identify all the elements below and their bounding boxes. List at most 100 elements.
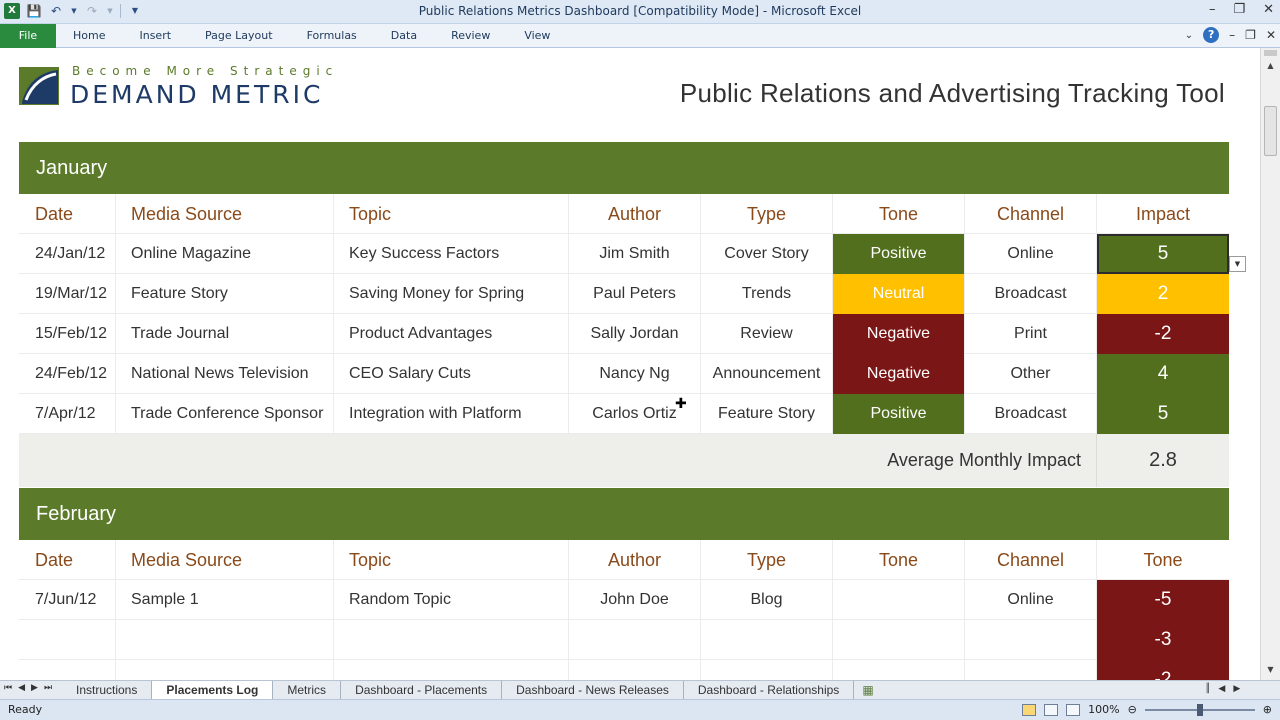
cell-media-source[interactable]: Sample 1 xyxy=(116,580,334,620)
cell-author[interactable]: John Doe xyxy=(569,580,701,620)
column-header-media-source[interactable]: Media Source xyxy=(116,540,334,580)
cell-tone[interactable]: Positive xyxy=(833,394,965,434)
cell-media-source[interactable]: National News Television xyxy=(116,354,334,394)
workbook-restore-icon[interactable]: ❐ xyxy=(1245,28,1256,42)
zoom-slider-knob[interactable] xyxy=(1196,703,1203,716)
cell-type[interactable]: Blog xyxy=(701,580,833,620)
column-header-channel[interactable]: Channel xyxy=(965,194,1097,234)
tab-split-handle[interactable]: ║ xyxy=(1205,684,1210,694)
column-header-channel[interactable]: Channel xyxy=(965,540,1097,580)
cell-impact[interactable]: -2 xyxy=(1097,660,1229,680)
cell-tone[interactable]: Neutral xyxy=(833,274,965,314)
cell-tone[interactable]: Negative xyxy=(833,314,965,354)
cell-media-source[interactable] xyxy=(116,660,334,680)
minimize-ribbon-icon[interactable]: ⌄ xyxy=(1185,30,1193,41)
cell-date[interactable] xyxy=(19,620,116,660)
column-header-date[interactable]: Date xyxy=(19,194,116,234)
zoom-out-icon[interactable]: ⊖ xyxy=(1128,703,1137,716)
page-layout-view-icon[interactable] xyxy=(1044,703,1059,716)
cell-author[interactable]: Jim Smith xyxy=(569,234,701,274)
cell-tone[interactable]: Negative xyxy=(833,354,965,394)
cell-tone[interactable]: Positive xyxy=(833,234,965,274)
cell-type[interactable]: Announcement xyxy=(701,354,833,394)
cell-date[interactable]: 24/Feb/12 xyxy=(19,354,116,394)
cell-type[interactable] xyxy=(701,660,833,680)
cell-topic[interactable]: Saving Money for Spring xyxy=(334,274,569,314)
cell-media-source[interactable]: Feature Story xyxy=(116,274,334,314)
scroll-up-icon[interactable]: ▲ xyxy=(1261,58,1280,74)
sheet-tab-dashboard-news-releases[interactable]: Dashboard - News Releases xyxy=(502,681,684,699)
cell-topic[interactable]: Product Advantages xyxy=(334,314,569,354)
cell-date[interactable]: 15/Feb/12 xyxy=(19,314,116,354)
cell-media-source[interactable]: Trade Conference Sponsor xyxy=(116,394,334,434)
cell-topic[interactable] xyxy=(334,660,569,680)
cell-channel[interactable]: Print xyxy=(965,314,1097,354)
worksheet-grid[interactable]: Become More Strategic DEMAND METRIC Publ… xyxy=(0,48,1260,680)
file-tab[interactable]: File xyxy=(0,24,56,48)
cell-date[interactable] xyxy=(19,660,116,680)
column-header-date[interactable]: Date xyxy=(19,540,116,580)
cell-impact[interactable]: -3 xyxy=(1097,620,1229,660)
cell-author[interactable] xyxy=(569,620,701,660)
first-sheet-icon[interactable]: ⏮ xyxy=(4,683,12,693)
cell-impact[interactable]: 4 xyxy=(1097,354,1229,394)
cell-author[interactable]: Nancy Ng xyxy=(569,354,701,394)
cell-type[interactable]: Review xyxy=(701,314,833,354)
cell-channel[interactable] xyxy=(965,620,1097,660)
split-handle[interactable] xyxy=(1264,50,1277,56)
tab-review[interactable]: Review xyxy=(434,24,507,48)
cell-tone[interactable] xyxy=(833,660,965,680)
column-header-author[interactable]: Author xyxy=(569,194,701,234)
tab-home[interactable]: Home xyxy=(56,24,122,48)
cell-channel[interactable]: Online xyxy=(965,234,1097,274)
column-header-type[interactable]: Type xyxy=(701,540,833,580)
sheet-tab-instructions[interactable]: Instructions xyxy=(62,681,153,699)
cell-date[interactable]: 24/Jan/12 xyxy=(19,234,116,274)
cell-type[interactable] xyxy=(701,620,833,660)
cell-media-source[interactable]: Trade Journal xyxy=(116,314,334,354)
sheet-tab-dashboard-relationships[interactable]: Dashboard - Relationships xyxy=(684,681,855,699)
average-label[interactable]: Average Monthly Impact xyxy=(19,434,1097,487)
zoom-slider[interactable] xyxy=(1144,703,1255,716)
cell-topic[interactable]: Random Topic xyxy=(334,580,569,620)
minimize-icon[interactable]: – xyxy=(1209,2,1216,17)
prev-sheet-icon[interactable]: ◀ xyxy=(18,683,25,693)
scroll-right-icon[interactable]: ▶ xyxy=(1233,684,1240,694)
workbook-close-icon[interactable]: ✕ xyxy=(1266,28,1276,42)
cell-impact-selected[interactable]: 5 xyxy=(1097,234,1229,274)
column-header-tone[interactable]: Tone xyxy=(833,194,965,234)
column-header-topic[interactable]: Topic xyxy=(334,540,569,580)
cell-type[interactable]: Feature Story xyxy=(701,394,833,434)
cell-author[interactable]: Paul Peters xyxy=(569,274,701,314)
close-icon[interactable]: ✕ xyxy=(1263,2,1274,17)
column-header-media-source[interactable]: Media Source xyxy=(116,194,334,234)
tab-view[interactable]: View xyxy=(507,24,567,48)
cell-type[interactable]: Cover Story xyxy=(701,234,833,274)
cell-type[interactable]: Trends xyxy=(701,274,833,314)
normal-view-icon[interactable] xyxy=(1022,703,1037,716)
cell-topic[interactable]: CEO Salary Cuts xyxy=(334,354,569,394)
scroll-down-icon[interactable]: ▼ xyxy=(1261,662,1280,678)
cell-dropdown-arrow-icon[interactable]: ▼ xyxy=(1229,256,1246,272)
sheet-tab-dashboard-placements[interactable]: Dashboard - Placements xyxy=(341,681,503,699)
scroll-left-icon[interactable]: ◀ xyxy=(1218,684,1225,694)
cell-date[interactable]: 7/Apr/12 xyxy=(19,394,116,434)
column-header-topic[interactable]: Topic xyxy=(334,194,569,234)
cell-media-source[interactable]: Online Magazine xyxy=(116,234,334,274)
tab-formulas[interactable]: Formulas xyxy=(290,24,374,48)
help-icon[interactable]: ? xyxy=(1203,27,1220,43)
column-header-impact[interactable]: Tone xyxy=(1097,540,1229,580)
sheet-tab-placements-log[interactable]: Placements Log xyxy=(152,681,274,699)
column-header-tone[interactable]: Tone xyxy=(833,540,965,580)
cell-impact[interactable]: -2 xyxy=(1097,314,1229,354)
cell-impact[interactable]: -5 xyxy=(1097,580,1229,620)
month-header[interactable]: February xyxy=(19,488,1229,540)
column-header-impact[interactable]: Impact xyxy=(1097,194,1229,234)
zoom-in-icon[interactable]: ⊕ xyxy=(1263,703,1272,716)
cell-channel[interactable] xyxy=(965,660,1097,680)
sheet-tab-metrics[interactable]: Metrics xyxy=(273,681,342,699)
last-sheet-icon[interactable]: ⏭ xyxy=(44,683,52,693)
cell-channel[interactable]: Other xyxy=(965,354,1097,394)
zoom-level[interactable]: 100% xyxy=(1088,703,1119,716)
next-sheet-icon[interactable]: ▶ xyxy=(31,683,38,693)
